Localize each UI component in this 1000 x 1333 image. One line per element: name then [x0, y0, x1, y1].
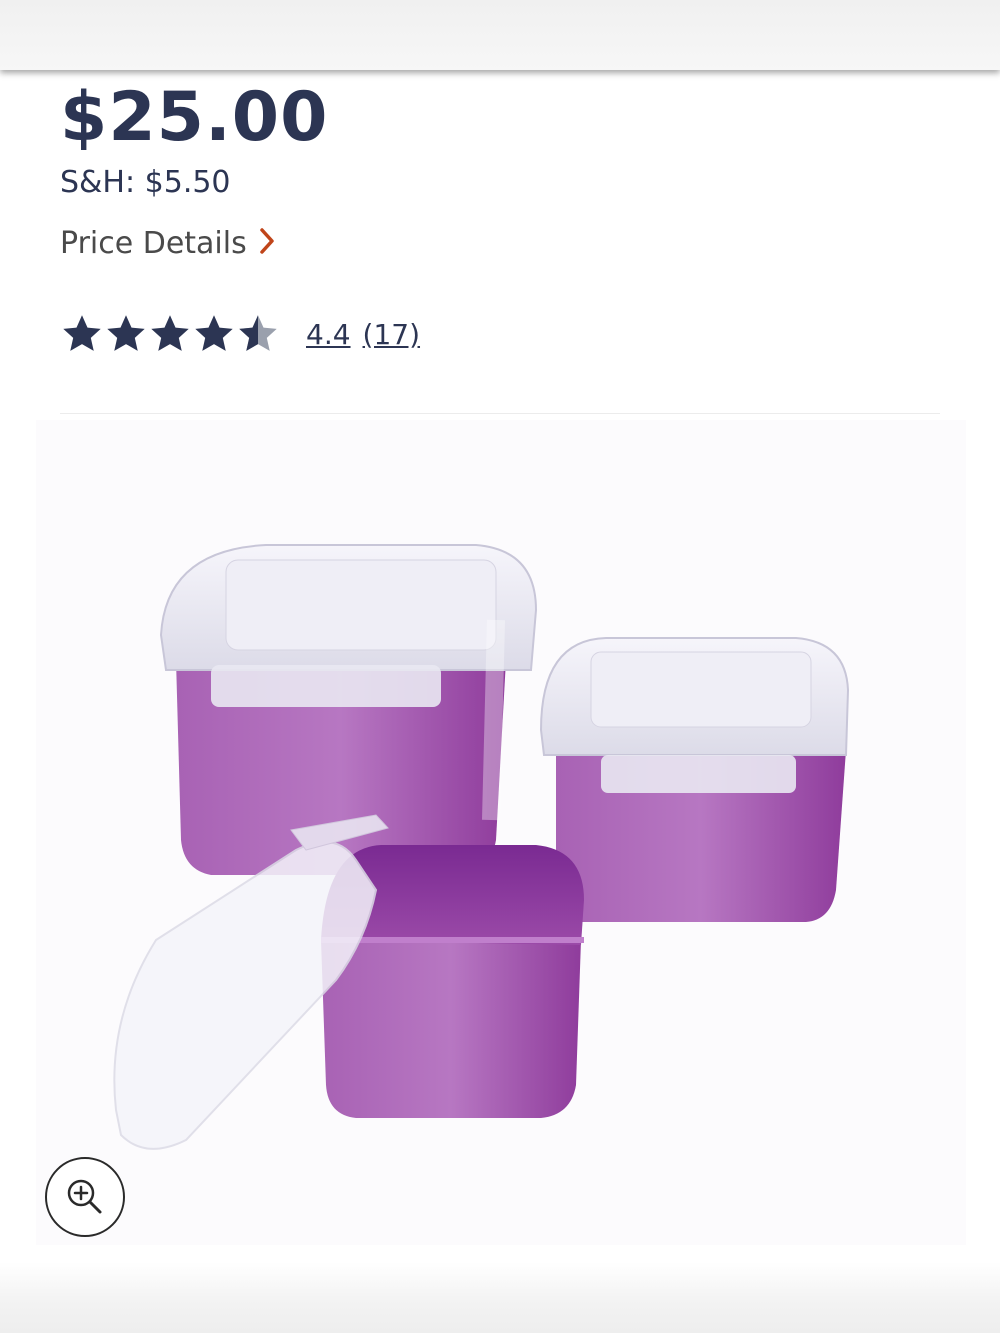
- top-header-bar: [0, 0, 1000, 70]
- star-icon: [151, 315, 189, 351]
- star-icon: [63, 315, 101, 351]
- medium-container: [539, 637, 850, 922]
- zoom-button[interactable]: [45, 1157, 125, 1237]
- chevron-right-icon: [259, 227, 275, 261]
- partial-star-icon: [239, 315, 277, 351]
- zoom-in-icon: [67, 1179, 102, 1214]
- star-icon: [107, 315, 145, 351]
- shipping-cost: S&H: $5.50: [60, 165, 231, 200]
- bottom-fade: [0, 1262, 1000, 1333]
- review-count[interactable]: (17): [363, 318, 420, 351]
- star-rating: [60, 312, 280, 356]
- section-divider: [60, 413, 940, 414]
- price-details-label: Price Details: [60, 226, 247, 261]
- product-page: $25.00 S&H: $5.50 Price Details 4.4 (17): [0, 0, 1000, 1333]
- rating-value[interactable]: 4.4: [306, 318, 351, 351]
- price-details-link[interactable]: Price Details: [60, 226, 275, 261]
- product-price: $25.00: [60, 78, 329, 157]
- product-image[interactable]: [36, 420, 966, 1245]
- star-icon: [195, 315, 233, 351]
- rating-row[interactable]: 4.4 (17): [60, 312, 420, 356]
- product-photo-illustration: [113, 544, 850, 1150]
